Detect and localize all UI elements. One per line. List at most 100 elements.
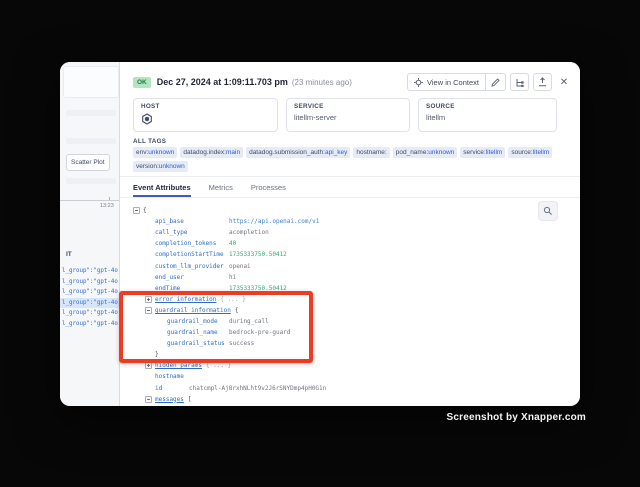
json-row: api_base https://api.openai.com/v1 (133, 216, 567, 227)
json-key[interactable]: guardrail_information (155, 307, 231, 314)
event-detail-panel: OK Dec 27, 2024 at 1:09:11.703 pm (23 mi… (120, 62, 580, 406)
scope-icon (414, 78, 423, 87)
collapse-icon[interactable] (133, 207, 140, 214)
tab-event-attributes[interactable]: Event Attributes (133, 177, 191, 197)
search-button[interactable] (538, 201, 558, 221)
json-row: { (133, 205, 567, 216)
tag[interactable]: datadog.index:main (180, 147, 243, 158)
list-item[interactable]: l_group":"gpt-4o (60, 298, 119, 309)
close-button[interactable]: ✕ (556, 73, 572, 91)
json-row: completion_tokens 40 (133, 238, 567, 249)
tag-key: version: (136, 163, 159, 170)
app-window: Scatter Plot 13:23 IT l_group":"gpt-4ol_… (60, 62, 580, 406)
json-row: call_type acompletion (133, 227, 567, 238)
json-value: { (143, 207, 147, 214)
scatter-plot-button[interactable]: Scatter Plot (66, 154, 110, 171)
json-value: acompletion (229, 229, 269, 236)
event-timestamp: Dec 27, 2024 at 1:09:11.703 pm (157, 77, 288, 87)
json-row: guardrail_status success (133, 338, 567, 349)
json-row: messages[ (133, 394, 567, 405)
json-value: { ... } (206, 362, 231, 369)
search-icon (543, 206, 553, 216)
chart-axis-tick (109, 197, 110, 200)
host-icon (141, 113, 270, 125)
json-value: { ... } (220, 296, 245, 303)
expand-icon[interactable] (145, 296, 152, 303)
tag-value: litellm (486, 149, 503, 156)
edit-button[interactable] (486, 74, 505, 90)
list-item[interactable]: l_group":"gpt-4o (60, 266, 119, 277)
tag[interactable]: source:litellm (508, 147, 552, 158)
json-value: success (229, 340, 254, 347)
json-key: id (155, 385, 185, 392)
tag[interactable]: version:unknown (133, 161, 188, 172)
json-key: api_base (155, 218, 225, 225)
tag-key: env: (136, 149, 148, 156)
json-row: completionStartTime1735333750.50412 (133, 249, 567, 260)
close-icon: ✕ (560, 77, 568, 88)
collapse-icon[interactable] (145, 396, 152, 403)
event-attributes-json: { api_base https://api.openai.com/v1 call_t… (120, 199, 580, 406)
export-button[interactable] (533, 73, 552, 91)
tag-value: litellm (533, 149, 550, 156)
json-row: guardrail_namebedrock-pre-guard (133, 327, 567, 338)
json-key: guardrail_status (167, 340, 225, 347)
background-page-pane: Scatter Plot 13:23 IT l_group":"gpt-4ol_… (60, 62, 120, 406)
view-in-context-button[interactable]: View in Context (408, 74, 485, 90)
background-placeholder-bar (66, 110, 116, 116)
watermark: Screenshot by Xnapper.com (447, 412, 587, 423)
background-placeholder-bar (66, 138, 116, 144)
json-key: completionStartTime (155, 251, 225, 258)
pencil-icon (491, 78, 500, 87)
tag[interactable]: pod_name:unknown (393, 147, 458, 158)
tag-value: unknown (159, 163, 185, 170)
json-value: { (235, 307, 239, 314)
tag[interactable]: env:unknown (133, 147, 177, 158)
source-box[interactable]: SOURCE litellm (418, 98, 557, 132)
json-row: end_userhi (133, 272, 567, 283)
json-value: during_call (229, 318, 269, 325)
tag-value: unknown (148, 149, 174, 156)
json-row: hostname (133, 371, 567, 382)
json-value: hi (229, 274, 236, 281)
host-box[interactable]: HOST (133, 98, 278, 132)
context-button-group: View in Context (407, 73, 506, 91)
json-row: guardrail_modeduring_call (133, 316, 567, 327)
json-row: endTime1735333750.50412 (133, 283, 567, 294)
tag[interactable]: hostname: (353, 147, 389, 158)
json-key[interactable]: error_information (155, 296, 216, 303)
source-label: SOURCE (426, 103, 549, 110)
tag-key: datadog.index: (183, 149, 226, 156)
tag-key: pod_name: (396, 149, 429, 156)
json-value: 40 (229, 240, 236, 247)
related-data-button[interactable] (510, 73, 529, 91)
tag-key: source: (511, 149, 532, 156)
tab-metrics[interactable]: Metrics (209, 177, 233, 197)
service-label: SERVICE (294, 103, 402, 110)
json-row: custom_llm_provideropenai (133, 260, 567, 271)
tag[interactable]: service:litellm (460, 147, 505, 158)
expand-icon[interactable] (145, 362, 152, 369)
list-item[interactable]: l_group":"gpt-4o (60, 319, 119, 330)
json-key: custom_llm_provider (155, 263, 225, 270)
tag-value: api_key (325, 149, 347, 156)
collapse-icon[interactable] (145, 307, 152, 314)
json-key: completion_tokens (155, 240, 225, 247)
screenshot-root: { "watermark": "Screenshot by Xnapper.co… (0, 0, 640, 487)
list-item[interactable]: l_group":"gpt-4o (60, 287, 119, 298)
json-value[interactable]: https://api.openai.com/v1 (229, 218, 319, 225)
json-value: bedrock-pre-guard (229, 329, 290, 336)
list-item[interactable]: l_group":"gpt-4o (60, 277, 119, 288)
json-key[interactable]: hidden_params (155, 362, 202, 369)
tag-list: env:unknowndatadog.index:maindatadog.sub… (133, 147, 554, 172)
json-key[interactable]: messages (155, 396, 184, 403)
service-box[interactable]: SERVICE litellm-server (286, 98, 410, 132)
event-header: OK Dec 27, 2024 at 1:09:11.703 pm (23 mi… (133, 72, 572, 92)
json-row: idchatcmpl-Aj8rxhNLht9v2J6rSNYDmp4pH0G1n (133, 383, 567, 394)
results-column-header: IT (66, 251, 72, 258)
json-row: hidden_params { ... } (133, 360, 567, 371)
list-item[interactable]: l_group":"gpt-4o (60, 308, 119, 319)
tab-processes[interactable]: Processes (251, 177, 286, 197)
tag[interactable]: datadog.submission_auth:api_key (246, 147, 350, 158)
json-key: call_type (155, 229, 225, 236)
